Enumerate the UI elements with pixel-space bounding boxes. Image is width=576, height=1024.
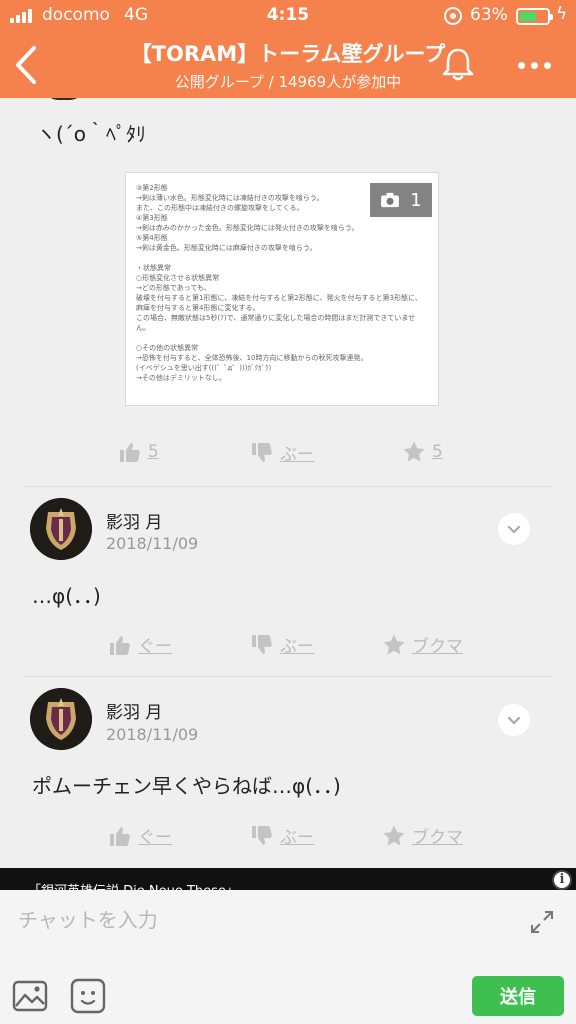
- bookmark-button[interactable]: 5: [402, 440, 443, 464]
- like-label: ぐー: [138, 828, 172, 848]
- photo-count: 1: [410, 189, 422, 211]
- bell-icon: [442, 48, 474, 81]
- comment-menu-button[interactable]: [498, 513, 530, 545]
- photo-text-line: [136, 333, 426, 343]
- ad-banner[interactable]: 「銀河英雄伝説 Die Neue These」 i: [0, 868, 576, 890]
- photo-text-line: (イベゲシュを思い出す(((゜ﾟд゜)))ｶﾞｸｶﾞｸ): [136, 364, 272, 372]
- image-icon: [12, 980, 48, 1012]
- photo-text-line: [136, 253, 426, 263]
- battery-level: [520, 12, 537, 21]
- charging-icon: ϟ: [556, 4, 568, 24]
- photo-count-badge: 1: [370, 183, 432, 217]
- more-dots-icon: [517, 61, 525, 69]
- ad-text: 「銀河英雄伝説 Die Neue These」: [28, 880, 239, 890]
- bookmark-count: 5: [432, 442, 443, 462]
- avatar[interactable]: [30, 688, 92, 750]
- shield-emblem-icon: [30, 688, 92, 750]
- chat-composer: 送信: [0, 890, 576, 1024]
- sticker-icon: [70, 978, 106, 1014]
- star-icon: [383, 634, 405, 654]
- camera-icon: [381, 192, 400, 208]
- divider: [24, 676, 552, 677]
- post-actions: 5 ぶー 5: [0, 440, 576, 470]
- dislike-button[interactable]: ぶー: [250, 823, 314, 848]
- photo-text-line: →その他はデミリットなし。: [136, 374, 226, 382]
- shield-emblem-icon: [30, 498, 92, 560]
- comment-date: 2018/11/09: [106, 534, 199, 553]
- photo-text-line: 麻痺を付与すると第4形態に変化する。: [136, 304, 260, 312]
- bookmark-label: ブクマ: [412, 828, 463, 848]
- battery-icon: [516, 8, 553, 25]
- dislike-label: ぶー: [280, 445, 314, 465]
- group-title: 【TORAM】トーラム壁グループ: [130, 42, 446, 66]
- star-icon: [383, 825, 405, 845]
- send-button[interactable]: 送信: [472, 976, 564, 1016]
- photo-text-line: ・状態異常: [136, 264, 171, 272]
- thumbs-down-icon: [252, 634, 272, 654]
- expand-input-button[interactable]: [528, 908, 556, 936]
- like-button[interactable]: 5: [118, 440, 159, 464]
- photo-text-line: →恐怖を付与すると、全体恐怖後、10時方向に移動からの秋死攻撃連発。: [136, 354, 368, 362]
- bookmark-button[interactable]: ブクマ: [382, 823, 463, 848]
- thumbs-up-icon: [120, 443, 140, 462]
- comment-username[interactable]: 影羽 月: [106, 698, 162, 723]
- image-picker-button[interactable]: [12, 978, 48, 1014]
- photo-text-line: ○その他の状態異常: [136, 344, 199, 352]
- like-button[interactable]: ぐー: [108, 823, 172, 848]
- sticker-button[interactable]: [70, 978, 106, 1014]
- photo-text-line: →どの形態であっても、: [136, 284, 211, 292]
- photo-text-line: この場合、無敵状態は5秒(?)で、通常通りに変化した場合の時間はまだ計測できてい…: [136, 314, 416, 322]
- chevron-left-icon: [16, 46, 36, 84]
- bookmark-label: ブクマ: [412, 637, 463, 657]
- photo-text-line: ん。: [136, 324, 150, 332]
- comment-menu-button[interactable]: [498, 704, 530, 736]
- thumbs-up-icon: [110, 635, 130, 655]
- comment-actions: ぐー ぶー ブクマ: [0, 632, 576, 662]
- dislike-label: ぶー: [280, 828, 314, 848]
- orientation-lock-icon: [444, 7, 462, 25]
- avatar: [44, 98, 84, 100]
- chevron-down-icon: [507, 716, 521, 725]
- thumbs-up-icon: [110, 826, 130, 846]
- photo-thumbnail[interactable]: ③第2形態 →剣は薄い水色。形態変化時には凍結付きの攻撃を喰らう。 また、この形態中…: [125, 172, 439, 406]
- dislike-label: ぶー: [280, 637, 314, 657]
- message-feed[interactable]: ヽ(´o｀ﾍﾟﾀﾘ ③第2形態 →剣は薄い水色。形態変化時には凍結付きの攻撃を喰ら…: [0, 98, 576, 870]
- chevron-down-icon: [507, 525, 521, 534]
- photo-text-line: ⑤第4形態: [136, 234, 168, 242]
- ad-info-button[interactable]: i: [552, 870, 572, 890]
- like-label: ぐー: [138, 637, 172, 657]
- star-icon: [403, 441, 425, 462]
- group-title-block: 【TORAM】トーラム壁グループ 公開グループ / 14969人が参加中: [80, 38, 496, 92]
- like-button[interactable]: ぐー: [108, 632, 172, 657]
- post-text: ヽ(´o｀ﾍﾟﾀﾘ: [36, 122, 147, 146]
- bookmark-button[interactable]: ブクマ: [382, 632, 463, 657]
- battery-percent: 63%: [470, 5, 508, 25]
- group-subtitle: 公開グループ / 14969人が参加中: [174, 73, 402, 91]
- photo-text-line: →剣は黄金色。形態変化時には麻痺付きの攻撃を喰らう。: [136, 244, 317, 252]
- comment-text: ポムーチェン早くやらねば…φ(．．): [32, 774, 341, 798]
- photo-text-line: ○形態変化させる状態異常: [136, 274, 220, 282]
- comment-username[interactable]: 影羽 月: [106, 508, 162, 533]
- more-options-button[interactable]: [510, 50, 558, 80]
- divider: [24, 486, 552, 487]
- like-count: 5: [148, 442, 159, 462]
- expand-arrows-icon: [531, 911, 553, 933]
- dislike-button[interactable]: ぶー: [250, 632, 314, 657]
- dislike-button[interactable]: ぶー: [250, 440, 314, 465]
- avatar[interactable]: [30, 498, 92, 560]
- chat-input[interactable]: [18, 890, 518, 950]
- thumbs-down-icon: [252, 825, 272, 845]
- status-bar: docomo 4G 4:15 63% ϟ: [0, 0, 576, 32]
- app-header: docomo 4G 4:15 63% ϟ 【TORAM】トーラム壁グループ 公開…: [0, 0, 576, 98]
- comment-date: 2018/11/09: [106, 725, 199, 744]
- comment-actions: ぐー ぶー ブクマ: [0, 823, 576, 853]
- back-button[interactable]: [8, 40, 48, 90]
- notification-button[interactable]: [438, 44, 478, 84]
- photo-text-line: 破壊を付与すると第1形態に、凍結を付与すると第2形態に、発火を付与すると第3形態…: [136, 294, 422, 302]
- comment-text: …φ(．．): [32, 584, 101, 608]
- thumbs-down-icon: [252, 442, 272, 462]
- photo-text-line: →剣は赤みのかかった金色。形態変化時には発火付きの攻撃を喰らう。: [136, 224, 359, 232]
